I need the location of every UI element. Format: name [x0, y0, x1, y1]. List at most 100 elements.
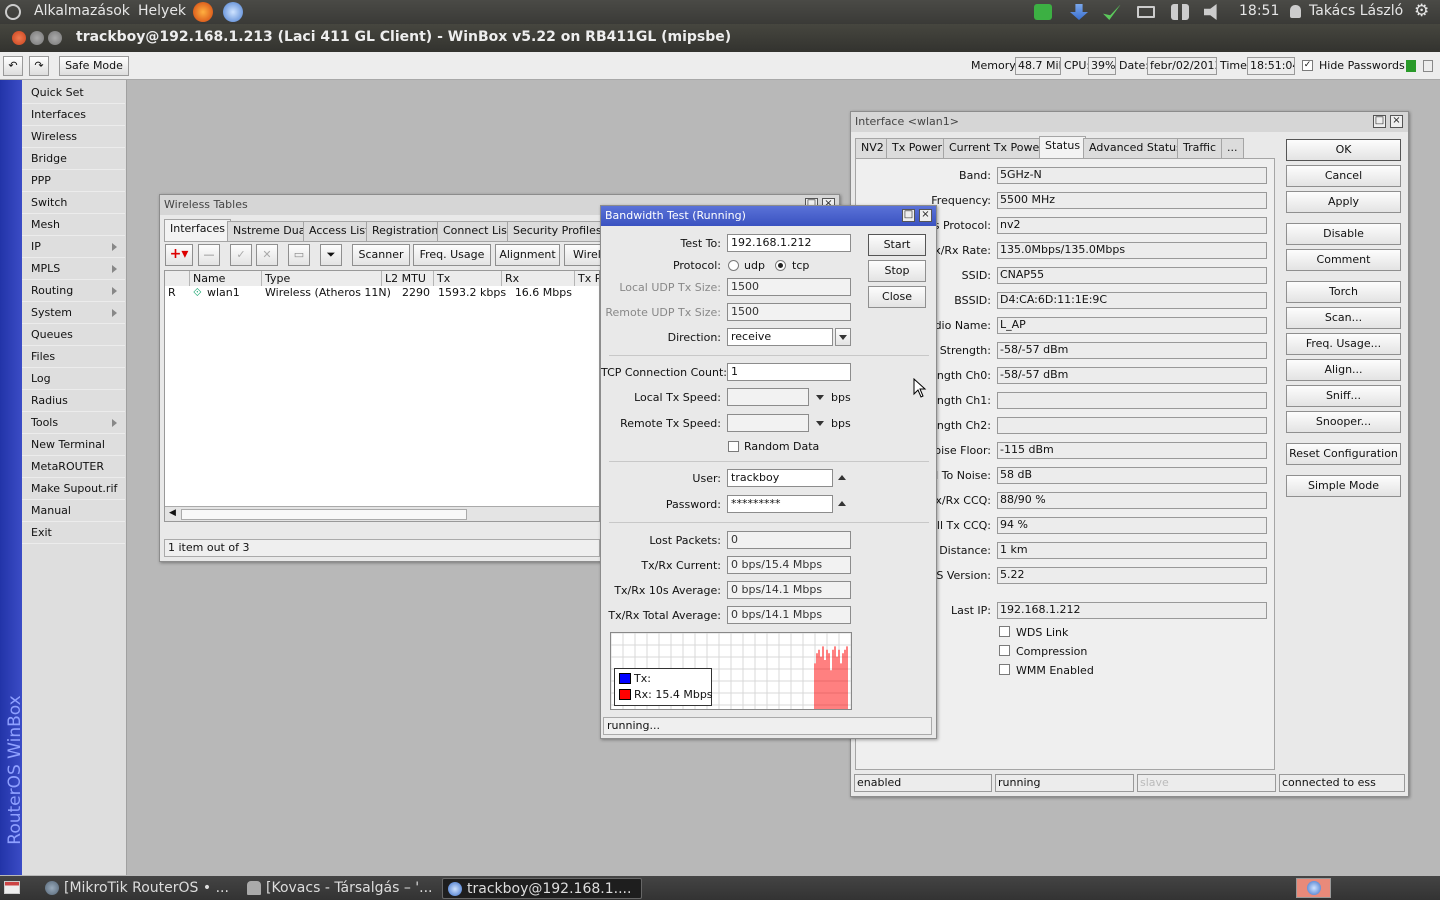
menu-applications[interactable]: Alkalmazások — [34, 3, 130, 19]
tab-nv2[interactable]: NV2 — [855, 138, 890, 158]
maximize-icon[interactable]: □ — [902, 209, 915, 222]
comment-button[interactable]: Comment — [1286, 249, 1401, 271]
close-window-icon[interactable] — [12, 31, 26, 45]
task-kovacs-chat[interactable]: [Kovacs - Társalgás – '... — [242, 878, 438, 899]
reset-configuration-button[interactable]: Reset Configuration — [1286, 443, 1401, 465]
sidebar-item-files[interactable]: Files — [22, 346, 125, 368]
local-tx-speed-input[interactable] — [727, 388, 809, 406]
scrollbar-thumb[interactable] — [181, 509, 467, 520]
menu-places[interactable]: Helyek — [138, 3, 186, 19]
sidebar-item-mpls[interactable]: MPLS — [22, 258, 125, 280]
align-button[interactable]: Align... — [1286, 359, 1401, 381]
close-icon[interactable]: × — [1390, 115, 1403, 128]
horizontal-scrollbar[interactable]: ◀ — [165, 506, 599, 521]
table-row[interactable]: R ⟐ wlan1 Wireless (Atheros 11N) 2290 15… — [165, 286, 599, 301]
disable-button[interactable]: ✕ — [256, 244, 278, 266]
sidebar-item-make-supout[interactable]: Make Supout.rif — [22, 478, 125, 500]
col-type[interactable]: Type — [262, 271, 382, 286]
maximize-icon[interactable]: □ — [1373, 115, 1386, 128]
redo-button[interactable]: ↷ — [29, 56, 49, 76]
cancel-button[interactable]: Cancel — [1286, 165, 1401, 187]
scan-button[interactable]: Scan... — [1286, 307, 1401, 329]
tcp-count-input[interactable]: 1 — [727, 363, 851, 381]
ubuntu-logo-icon[interactable] — [5, 4, 21, 20]
wireless-sniffer-button[interactable]: Wirele — [564, 244, 604, 266]
mail-icon[interactable] — [1137, 6, 1155, 18]
tab-more[interactable]: ... — [1221, 138, 1244, 158]
sidebar-item-ip[interactable]: IP — [22, 236, 125, 258]
simple-mode-button[interactable]: Simple Mode — [1286, 475, 1401, 497]
apply-button[interactable]: Apply — [1286, 191, 1401, 213]
disable-button[interactable]: Disable — [1286, 223, 1401, 245]
network-icon[interactable] — [1171, 4, 1189, 20]
hide-passwords-checkbox[interactable]: ✓ — [1302, 60, 1313, 71]
sidebar-item-radius[interactable]: Radius — [22, 390, 125, 412]
test-to-input[interactable]: 192.168.1.212 — [727, 234, 851, 252]
close-button[interactable]: Close — [868, 286, 926, 308]
scanner-button[interactable]: Scanner — [352, 244, 410, 266]
show-desktop-icon[interactable] — [4, 881, 20, 894]
sidebar-item-new-terminal[interactable]: New Terminal — [22, 434, 125, 456]
direction-dropdown-button[interactable] — [835, 328, 851, 346]
tab-nstreme-dual[interactable]: Nstreme Dual — [227, 221, 315, 241]
freq-usage-button[interactable]: Freq. Usage... — [1286, 333, 1401, 355]
remote-tx-speed-input[interactable] — [727, 414, 809, 432]
firefox-icon[interactable] — [193, 2, 213, 22]
filter-button[interactable]: ⏷ — [320, 244, 342, 266]
tab-traffic[interactable]: Traffic — [1177, 138, 1223, 158]
ok-button[interactable]: OK — [1286, 139, 1401, 161]
tab-registration[interactable]: Registration — [366, 221, 445, 241]
password-input[interactable]: ********* — [727, 495, 833, 513]
torch-button[interactable]: Torch — [1286, 281, 1401, 303]
start-button[interactable]: Start — [868, 234, 926, 256]
workspace-switcher[interactable] — [1296, 878, 1331, 898]
col-rx[interactable]: Rx — [502, 271, 575, 286]
sidebar-item-queues[interactable]: Queues — [22, 324, 125, 346]
collapse-up-icon[interactable] — [838, 501, 846, 506]
collapse-up-icon[interactable] — [838, 475, 846, 480]
clock[interactable]: 18:51 — [1239, 3, 1279, 19]
random-data-checkbox[interactable] — [728, 441, 739, 452]
sidebar-item-routing[interactable]: Routing — [22, 280, 125, 302]
tab-status[interactable]: Status — [1039, 136, 1087, 158]
direction-select[interactable]: receive — [727, 328, 833, 346]
tab-interfaces[interactable]: Interfaces — [164, 219, 231, 241]
col-tx[interactable]: Tx — [434, 271, 502, 286]
stop-button[interactable]: Stop — [868, 260, 926, 282]
safe-mode-button[interactable]: Safe Mode — [59, 56, 129, 76]
chromium-icon[interactable] — [223, 2, 243, 22]
task-winbox[interactable]: trackboy@192.168.1.... — [442, 878, 642, 899]
sidebar-item-ppp[interactable]: PPP — [22, 170, 125, 192]
sidebar-item-metarouter[interactable]: MetaROUTER — [22, 456, 125, 478]
task-mikrotik[interactable]: [MikroTik RouterOS • ... — [40, 878, 236, 899]
tab-advanced-status[interactable]: Advanced Status — [1083, 138, 1188, 158]
minimize-window-icon[interactable] — [30, 31, 44, 45]
sidebar-item-interfaces[interactable]: Interfaces — [22, 104, 125, 126]
comment-button[interactable]: ▭ — [288, 244, 310, 266]
sidebar-item-log[interactable]: Log — [22, 368, 125, 390]
remote-speed-dropdown-icon[interactable] — [816, 421, 824, 426]
enable-button[interactable]: ✓ — [230, 244, 252, 266]
local-udp-input[interactable]: 1500 — [727, 278, 851, 296]
col-flags[interactable] — [165, 271, 190, 286]
add-button[interactable]: +▾ — [165, 244, 193, 266]
gear-icon[interactable]: ⚙ — [1414, 1, 1429, 21]
user-name[interactable]: Takács László — [1309, 3, 1403, 19]
snooper-button[interactable]: Snooper... — [1286, 411, 1401, 433]
download-icon[interactable] — [1070, 4, 1088, 20]
tab-tx-power[interactable]: Tx Power — [886, 138, 948, 158]
local-speed-dropdown-icon[interactable] — [816, 395, 824, 400]
user-input[interactable]: trackboy — [727, 469, 833, 487]
sidebar-item-wireless[interactable]: Wireless — [22, 126, 125, 148]
maximize-window-icon[interactable] — [48, 31, 62, 45]
sidebar-item-mesh[interactable]: Mesh — [22, 214, 125, 236]
undo-button[interactable]: ↶ — [3, 56, 23, 76]
tab-current-tx-power[interactable]: Current Tx Power — [943, 138, 1050, 158]
interface-titlebar[interactable]: Interface <wlan1> — [851, 112, 1408, 132]
sidebar-item-quick-set[interactable]: Quick Set — [22, 82, 125, 104]
tab-security-profiles[interactable]: Security Profiles — [507, 221, 608, 241]
update-check-icon[interactable] — [1034, 4, 1052, 20]
scroll-left-icon[interactable]: ◀ — [169, 508, 176, 518]
col-tx-packets[interactable]: Tx Pa — [575, 271, 599, 286]
alignment-button[interactable]: Alignment — [495, 244, 560, 266]
